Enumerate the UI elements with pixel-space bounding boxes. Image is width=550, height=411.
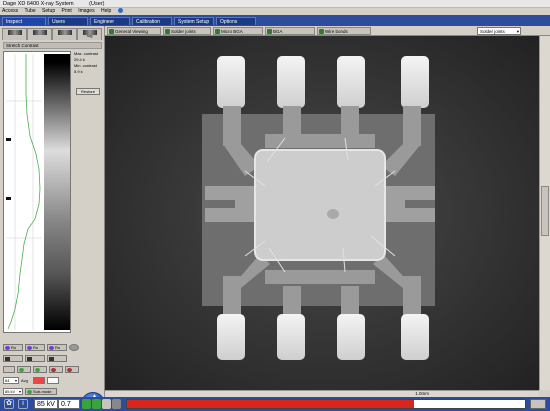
square-icon	[49, 357, 54, 361]
title-bar: Dage XD 6400 X-ray System (User)	[0, 0, 550, 8]
view-tab-bar: General Viewing Solder joints Micro BGA …	[105, 26, 550, 36]
tab-system-setup[interactable]: System Setup	[174, 17, 214, 25]
exposure-progress	[126, 399, 526, 409]
measure-icon	[57, 30, 72, 35]
view-icon	[215, 29, 220, 34]
histogram-plot	[6, 54, 42, 330]
xray-image	[105, 36, 539, 390]
view-icon	[109, 29, 114, 34]
capture-button[interactable]	[49, 366, 63, 373]
main-tab-bar: Inspect Users Engineer Calibration Syste…	[0, 15, 550, 26]
menu-print[interactable]: Print	[62, 8, 72, 14]
status-light-green-1	[82, 399, 91, 409]
tab-solder-joints[interactable]: Solder joints	[163, 27, 211, 35]
tube-on-button[interactable]	[17, 366, 31, 373]
sub-mode-button[interactable]: Sub-mode	[25, 388, 57, 395]
view-mode-select[interactable]: Solder joints	[477, 27, 521, 35]
watts-readout: 0.7 W	[58, 399, 80, 409]
view-icon	[319, 29, 324, 34]
lamp-icon	[49, 346, 54, 350]
tab-micro-bga[interactable]: Micro BGA	[213, 27, 263, 35]
filter-icon	[32, 30, 47, 35]
status-light-green-2	[92, 399, 101, 409]
lamp-button-2[interactable]: Ro	[25, 344, 45, 351]
tube-off-button[interactable]	[33, 366, 47, 373]
lamp-icon	[27, 346, 32, 350]
lamp-button-3[interactable]: Ro	[47, 344, 67, 351]
tube-icon	[35, 368, 40, 372]
info-icon[interactable]: i	[18, 399, 28, 409]
end-button[interactable]	[530, 399, 546, 409]
save-icon	[67, 368, 72, 372]
status-light-off	[102, 399, 111, 409]
status-bar: ✿ i 85 kV 0.7 W	[0, 397, 550, 411]
kv-select[interactable]: 85 kV	[3, 388, 23, 395]
window-title: Dage XD 6400 X-ray System	[3, 1, 74, 7]
histogram-icon	[7, 30, 22, 35]
warning-button[interactable]	[33, 377, 45, 384]
box-button-2[interactable]	[25, 355, 45, 362]
status-light-gray	[112, 399, 121, 409]
menu-bar: Access Tube Setup Print Images Help	[0, 8, 550, 15]
tab-users[interactable]: Users	[48, 17, 88, 25]
scroll-thumb[interactable]	[541, 186, 549, 236]
menu-access[interactable]: Access	[2, 8, 18, 14]
user-label: (User)	[89, 1, 105, 7]
tab-engineer[interactable]: Engineer	[90, 17, 130, 25]
tab-wire-bonds[interactable]: Wire bonds	[317, 27, 371, 35]
xray-image-view[interactable]	[105, 36, 539, 390]
capture-icon	[51, 368, 56, 372]
min-contrast-value: 5.9 k	[74, 69, 83, 74]
tool-tab-1[interactable]	[2, 28, 27, 40]
tool-tab-3[interactable]	[52, 28, 77, 40]
square-icon	[5, 357, 10, 361]
tab-inspect[interactable]: Inspect	[2, 17, 46, 25]
menu-images[interactable]: Images	[78, 8, 94, 14]
tab-bga[interactable]: BGA	[265, 27, 315, 35]
view-icon	[165, 29, 170, 34]
kv-readout: 85 kV	[34, 399, 58, 409]
tab-calibration[interactable]: Calibration	[132, 17, 172, 25]
tool-tab-4[interactable]: Stg	[77, 28, 102, 40]
tube-icon	[19, 368, 24, 372]
left-panel: Stg Stretch Contrast Max. contrast 29.4 …	[0, 26, 105, 411]
save-image-button[interactable]	[65, 366, 79, 373]
vertical-scrollbar[interactable]	[539, 36, 550, 390]
zoom-out-button[interactable]	[3, 366, 15, 373]
stage-icon	[82, 30, 97, 35]
histogram-marker-level[interactable]	[6, 196, 11, 200]
menu-tube[interactable]: Tube	[24, 8, 35, 14]
histogram-marker-upper[interactable]	[6, 138, 11, 141]
snapshot-button[interactable]	[47, 377, 59, 384]
tab-options[interactable]: Options	[216, 17, 256, 25]
square-icon	[27, 357, 32, 361]
menu-help[interactable]: Help	[101, 8, 111, 14]
contrast-stats: Max. contrast 29.4 k Min. contrast 5.9 k	[74, 51, 104, 75]
box-button-3[interactable]	[47, 355, 67, 362]
tab-general-viewing[interactable]: General Viewing	[107, 27, 161, 35]
restore-button[interactable]: Restore	[76, 88, 100, 95]
die-pad	[254, 149, 386, 261]
box-button-1[interactable]	[3, 355, 23, 362]
frame-avg-select[interactable]: 64	[3, 377, 19, 384]
lamp-button-1[interactable]: Ro	[3, 344, 23, 351]
histogram-curve	[7, 54, 41, 330]
panel-title: Stretch Contrast	[3, 42, 102, 49]
globe-icon[interactable]	[117, 8, 123, 14]
record-button[interactable]	[69, 344, 79, 351]
contrast-histogram[interactable]	[3, 51, 71, 333]
gear-icon[interactable]: ✿	[4, 399, 14, 409]
view-icon	[267, 29, 272, 34]
control-cluster: Ro Ro Ro 64 Avg 85 kV Sub-mode Power ▲ ▼…	[3, 344, 105, 411]
menu-setup[interactable]: Setup	[42, 8, 55, 14]
tool-tab-row: Stg	[2, 28, 102, 40]
contrast-gradient	[44, 54, 70, 330]
progress-fill	[127, 400, 414, 408]
tool-tab-2[interactable]	[27, 28, 52, 40]
horizontal-scrollbar[interactable]: 1.0mm	[105, 390, 539, 397]
avg-label: Avg	[21, 378, 28, 383]
lamp-icon	[5, 346, 10, 350]
mode-icon	[27, 390, 32, 394]
